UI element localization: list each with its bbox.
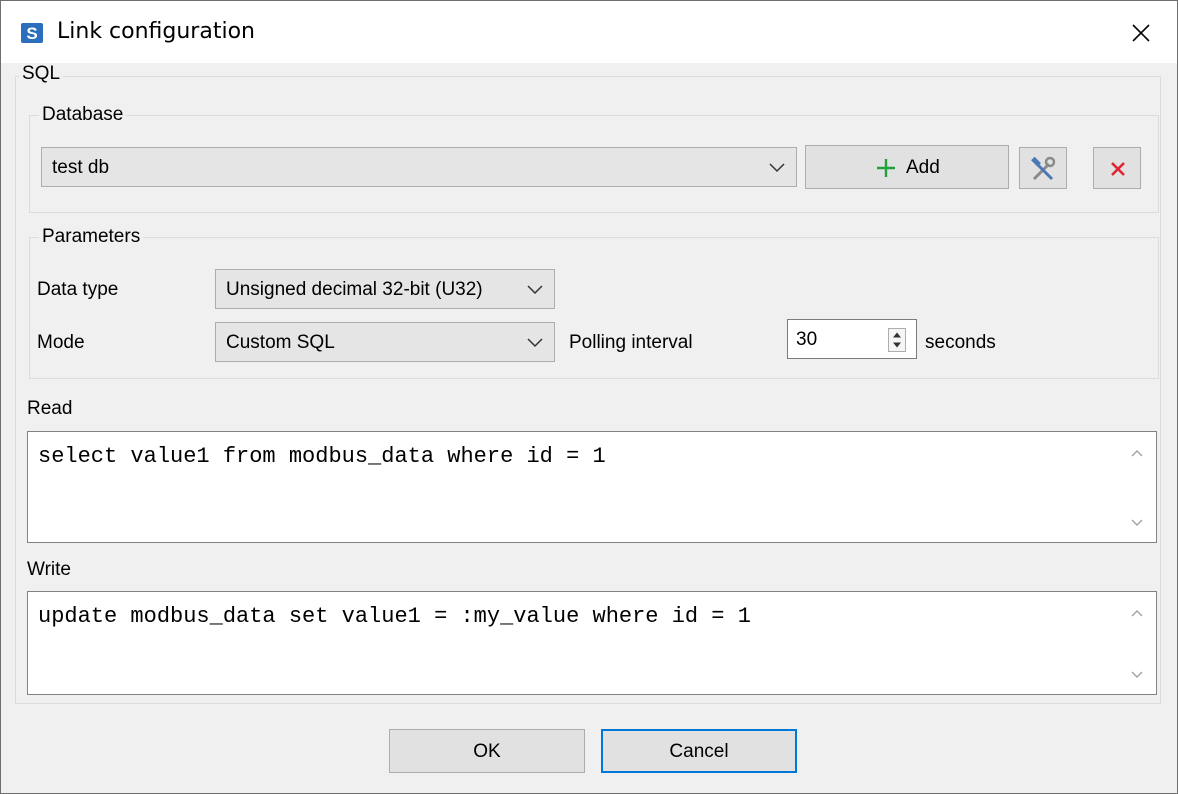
data-type-select[interactable]: Unsigned decimal 32-bit (U32) [215, 269, 555, 309]
plus-icon [877, 159, 895, 177]
svg-text:S: S [26, 24, 37, 43]
scroll-up-icon[interactable] [1130, 608, 1144, 618]
polling-interval-label: Polling interval [569, 332, 693, 353]
read-label: Read [27, 398, 73, 419]
data-type-label: Data type [37, 279, 119, 300]
edit-database-button[interactable] [1019, 147, 1067, 189]
database-select[interactable]: test db [41, 147, 797, 187]
ok-button[interactable]: OK [389, 729, 585, 773]
link-configuration-dialog: S Link configuration SQL Database test d… [0, 0, 1178, 794]
polling-interval-value: 30 [796, 329, 818, 350]
chevron-down-icon [527, 338, 543, 348]
scroll-up-icon[interactable] [1130, 448, 1144, 458]
database-select-value: test db [52, 157, 110, 178]
polling-unit-label: seconds [925, 332, 996, 353]
chevron-down-icon [769, 163, 785, 173]
delete-x-icon [1111, 162, 1125, 176]
close-icon[interactable] [1121, 13, 1161, 53]
read-scrollbar[interactable] [1120, 432, 1156, 542]
add-button-label: Add [906, 157, 940, 178]
parameters-legend: Parameters [39, 226, 144, 248]
cancel-button-label: Cancel [669, 741, 729, 762]
write-query-textarea[interactable]: update modbus_data set value1 = :my_valu… [27, 591, 1157, 695]
chevron-down-icon [527, 285, 543, 295]
scroll-down-icon[interactable] [1130, 670, 1144, 680]
mode-select[interactable]: Custom SQL [215, 322, 555, 362]
title-bar: S Link configuration [1, 1, 1177, 63]
sql-legend: SQL [19, 63, 64, 85]
ok-button-label: OK [473, 741, 501, 762]
scroll-down-icon[interactable] [1130, 518, 1144, 528]
read-query-textarea[interactable]: select value1 from modbus_data where id … [27, 431, 1157, 543]
mode-label: Mode [37, 332, 85, 353]
spin-arrows[interactable] [888, 328, 906, 352]
database-legend: Database [39, 104, 127, 126]
spin-up-icon[interactable] [889, 329, 905, 340]
write-label: Write [27, 559, 71, 580]
mode-value: Custom SQL [226, 332, 335, 353]
tools-icon [1031, 156, 1056, 181]
read-query-text: select value1 from modbus_data where id … [38, 444, 606, 469]
window-title: Link configuration [57, 19, 255, 44]
data-type-value: Unsigned decimal 32-bit (U32) [226, 279, 483, 300]
add-database-button[interactable]: Add [805, 145, 1009, 189]
spin-down-icon[interactable] [889, 340, 905, 351]
parameters-group [29, 237, 1159, 379]
write-query-text: update modbus_data set value1 = :my_valu… [38, 604, 751, 629]
write-scrollbar[interactable] [1120, 592, 1156, 694]
cancel-button[interactable]: Cancel [601, 729, 797, 773]
s-logo-icon: S [21, 23, 43, 43]
polling-interval-spinner[interactable]: 30 [787, 319, 917, 359]
delete-database-button[interactable] [1093, 147, 1141, 189]
